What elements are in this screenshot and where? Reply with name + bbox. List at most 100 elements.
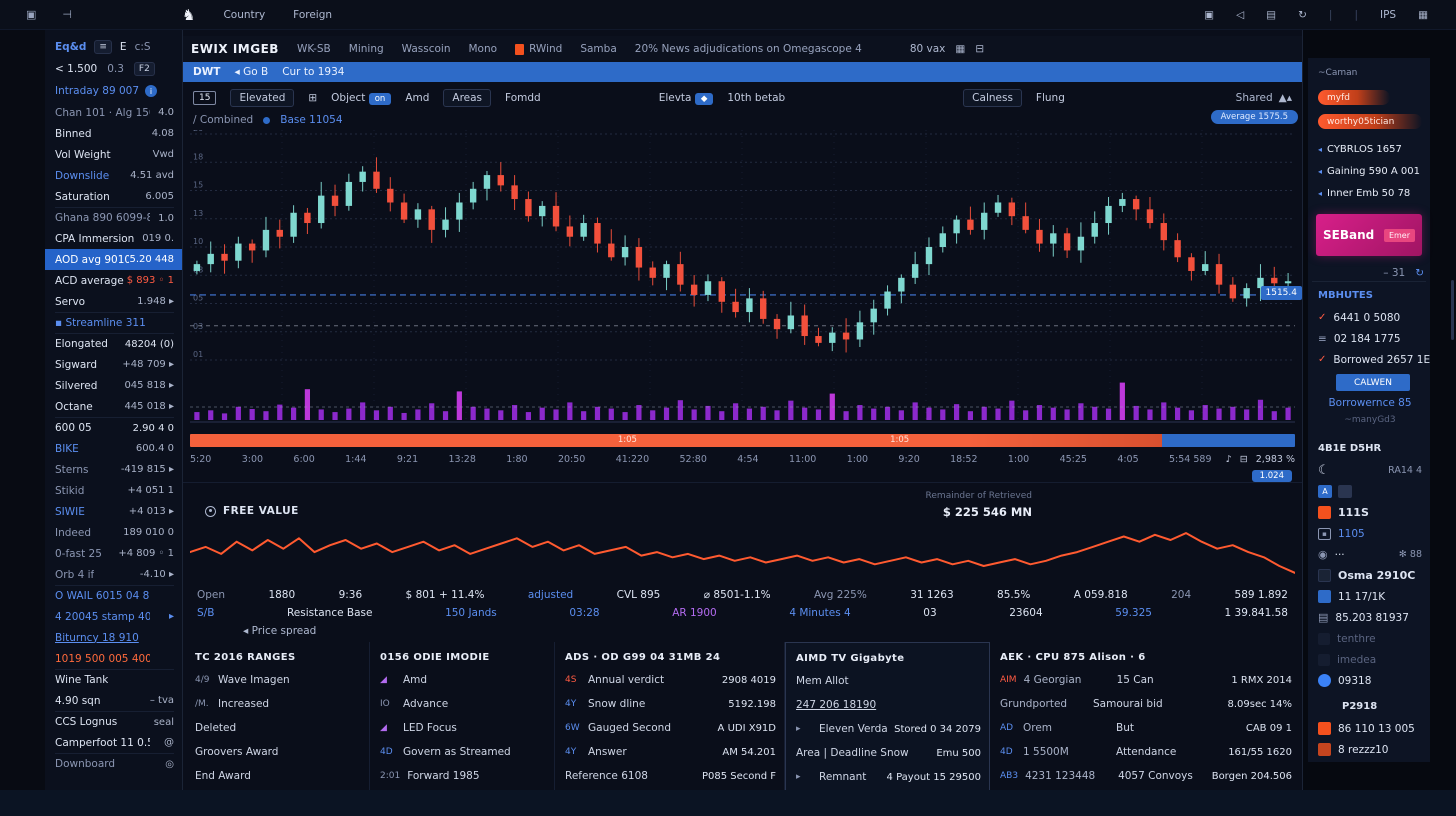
table-row[interactable]: ADOremButCAB 09 1 xyxy=(1000,716,1292,740)
table-row[interactable]: Mem Allot xyxy=(796,669,981,693)
sidebar-row[interactable]: Camperfoot 11 0.5@ xyxy=(55,732,174,753)
right-list-item[interactable]: Osma 2910C xyxy=(1318,565,1422,586)
symbol-tab[interactable]: 20% News adjudications on Omegascope 4 xyxy=(635,43,862,55)
right-list-item[interactable]: 8 rezzz10 xyxy=(1318,739,1422,760)
symbol-name[interactable]: EWIX IMGEB xyxy=(191,42,279,56)
back-icon[interactable]: ◁ xyxy=(1236,9,1244,21)
panel-icon[interactable]: ▣ xyxy=(1204,9,1214,21)
right-list-item[interactable]: ▤85.203 81937 xyxy=(1318,607,1422,628)
refresh-icon[interactable]: ↻ xyxy=(1415,267,1424,279)
right-list-item[interactable]: tenthre xyxy=(1318,628,1422,649)
right-link[interactable]: ◂Gaining 590 A 001 xyxy=(1318,160,1422,182)
sidebar-row[interactable]: SIWIE+4 013 ▸ xyxy=(55,501,174,522)
refresh-icon[interactable]: ↻ xyxy=(1298,9,1307,21)
symbol-tab[interactable]: Mining xyxy=(349,43,384,55)
amd-button[interactable]: Amd xyxy=(405,92,429,104)
calness-button[interactable]: Calness xyxy=(963,89,1022,107)
price-spread-toggle[interactable]: ◂ Price spread xyxy=(183,622,1302,640)
collapse-icon[interactable]: ⊟ xyxy=(975,43,984,55)
sidebar-row[interactable]: CPA Immersion019 0. xyxy=(55,228,174,249)
right-list-item[interactable]: A xyxy=(1318,481,1422,502)
sidebar-row[interactable]: Biturncy 18 910 xyxy=(55,627,174,648)
sidebar-row[interactable]: AOD avg 901055.20 448 xyxy=(45,249,182,270)
table-row[interactable]: IOAdvance xyxy=(380,692,546,716)
grid-icon[interactable]: ⊞ xyxy=(308,92,317,104)
sidebar-row[interactable]: Servo1.948 ▸ xyxy=(55,291,174,312)
blue-chip-icon[interactable]: A xyxy=(1318,485,1332,498)
sidebar-row[interactable]: Downslide4.51 avd xyxy=(55,165,174,186)
sidebar-row[interactable]: 600 052.90 4 0 xyxy=(55,417,174,438)
table-row[interactable]: Reference 6108P085 Second F xyxy=(565,764,776,788)
right-list-item[interactable]: ≡02 184 1775 xyxy=(1318,328,1422,349)
table-row[interactable]: AB34231 1234484057 ConvoysBorgen 204.506 xyxy=(1000,764,1292,788)
right-list-item[interactable]: imedea xyxy=(1318,649,1422,670)
sidebar-row[interactable]: CCS Lognusseal xyxy=(55,711,174,732)
right-list-item[interactable]: 11 17/1K xyxy=(1318,586,1422,607)
object-toggle[interactable]: Object on xyxy=(331,92,391,104)
symbol-tab[interactable]: WK-SB xyxy=(297,43,331,55)
table-row[interactable]: 4SAnnual verdict2908 4019 xyxy=(565,668,776,692)
note-icon[interactable]: ♪ xyxy=(1226,454,1232,465)
fomdd-button[interactable]: Fomdd xyxy=(505,92,541,104)
sidebar-row[interactable]: Indeed189 010 0 xyxy=(55,522,174,543)
timeline-scrollbar[interactable]: 1:05 1:05 xyxy=(190,434,1295,447)
right-list-item[interactable]: 86 110 13 005 xyxy=(1318,718,1422,739)
window-grid-icon[interactable]: ▣ xyxy=(26,8,36,21)
average-pill[interactable]: Average 1575.5 xyxy=(1211,110,1298,124)
window-dock-icon[interactable]: ⊣ xyxy=(62,8,72,21)
hot-tag-pill[interactable]: myfd xyxy=(1318,90,1390,105)
sidebar-row[interactable]: Chan 101 · Alg 15004.0 xyxy=(55,102,174,123)
sidebar-row[interactable]: O WAIL 6015 04 851 1 xyxy=(55,585,174,606)
table-row[interactable]: Deleted xyxy=(195,716,361,740)
sidebar-row[interactable]: ▪ Streamline 311 100 0 xyxy=(55,312,174,333)
scrollbar-thumb[interactable] xyxy=(1451,280,1454,340)
symbol-tab[interactable]: RWind xyxy=(515,43,562,55)
collapse-axis-icon[interactable]: ⊟ xyxy=(1240,454,1248,465)
sidebar-row[interactable]: 1019 500 005 4004.4 * xyxy=(55,648,174,669)
candle-chart-svg[interactable]: 201815131008050301 xyxy=(190,130,1295,430)
shared-button[interactable]: Shared ▲▴ xyxy=(1236,92,1292,104)
ips-label[interactable]: IPS xyxy=(1380,9,1396,21)
table-row[interactable]: 4YAnswerAM 54.201 xyxy=(565,740,776,764)
timeline-remaining[interactable] xyxy=(1162,434,1295,447)
interval-button[interactable]: 15 xyxy=(193,91,216,105)
sidebar-row[interactable]: 4 20045 stamp 4010▸ xyxy=(55,606,174,627)
calwen-button[interactable]: CALWEN xyxy=(1336,374,1410,391)
legend-base[interactable]: Base 11054 xyxy=(280,114,342,126)
table-row[interactable]: Area | Deadline SnowEmu 500 xyxy=(796,741,981,765)
line-chart-svg[interactable] xyxy=(190,521,1295,583)
promo-banner[interactable]: SEBand Emer xyxy=(1316,214,1422,256)
sidebar-title[interactable]: Eq&d xyxy=(55,41,86,53)
sidebar-row[interactable]: BIKE600.4 0 xyxy=(55,438,174,459)
right-link[interactable]: ◂CYBRLOS 1657 xyxy=(1318,138,1422,160)
table-row[interactable]: GrundportedSamourai bid8.09sec 14% xyxy=(1000,692,1292,716)
sidebar-row[interactable]: Vol WeightVwd xyxy=(55,144,174,165)
promo-button[interactable]: Emer xyxy=(1384,229,1415,242)
nav-country[interactable]: Country xyxy=(223,9,265,21)
sidebar-row[interactable]: 0-fast 25+4 809 ◦ 1 xyxy=(55,543,174,564)
candlestick-chart[interactable]: / Combined Base 11054 Average 1575.5 201… xyxy=(183,114,1302,498)
alert-banner[interactable]: DWT ◂ Go B Cur to 1934 xyxy=(183,62,1302,82)
sidebar-row[interactable]: Elongated48204 (0) xyxy=(55,333,174,354)
sidebar-chip[interactable]: F2 xyxy=(134,62,155,76)
elevta-toggle[interactable]: Elevta ◆ xyxy=(659,92,714,104)
right-list-item[interactable]: ✓6441 0 5080 xyxy=(1318,307,1422,328)
right-list-item[interactable]: ☾RA14 4 xyxy=(1318,460,1422,481)
legend-combined[interactable]: / Combined xyxy=(193,114,253,126)
table-row[interactable]: ▸Remnant4 Payout 15 29500 xyxy=(796,765,981,789)
table-row[interactable]: AIM4 Georgian15 Can1 RMX 2014 xyxy=(1000,668,1292,692)
sidebar-row[interactable]: Ghana 890 6099-8011.0 xyxy=(55,207,174,228)
table-row[interactable]: /M.Increased xyxy=(195,692,361,716)
sidebar-row[interactable]: Binned4.08 xyxy=(55,123,174,144)
flung-button[interactable]: Flung xyxy=(1036,92,1065,104)
table-row[interactable]: End Award xyxy=(195,764,361,788)
sidebar-row[interactable]: Octane445 018 ▸ xyxy=(55,396,174,417)
hot-tag-pill[interactable]: worthy05tician xyxy=(1318,114,1422,129)
sidebar-row[interactable]: Saturation6.005 xyxy=(55,186,174,207)
sidebar-row[interactable]: Wine Tank xyxy=(55,669,174,690)
right-list-item[interactable]: 111S xyxy=(1318,502,1422,523)
table-row[interactable]: ◢LED Focus xyxy=(380,716,546,740)
sidebar-row[interactable]: Downboard◎ xyxy=(55,753,174,774)
right-list-item[interactable]: ◉···✻ 88 xyxy=(1318,544,1422,565)
borrow-link[interactable]: Borrowernce 85 xyxy=(1318,397,1422,415)
